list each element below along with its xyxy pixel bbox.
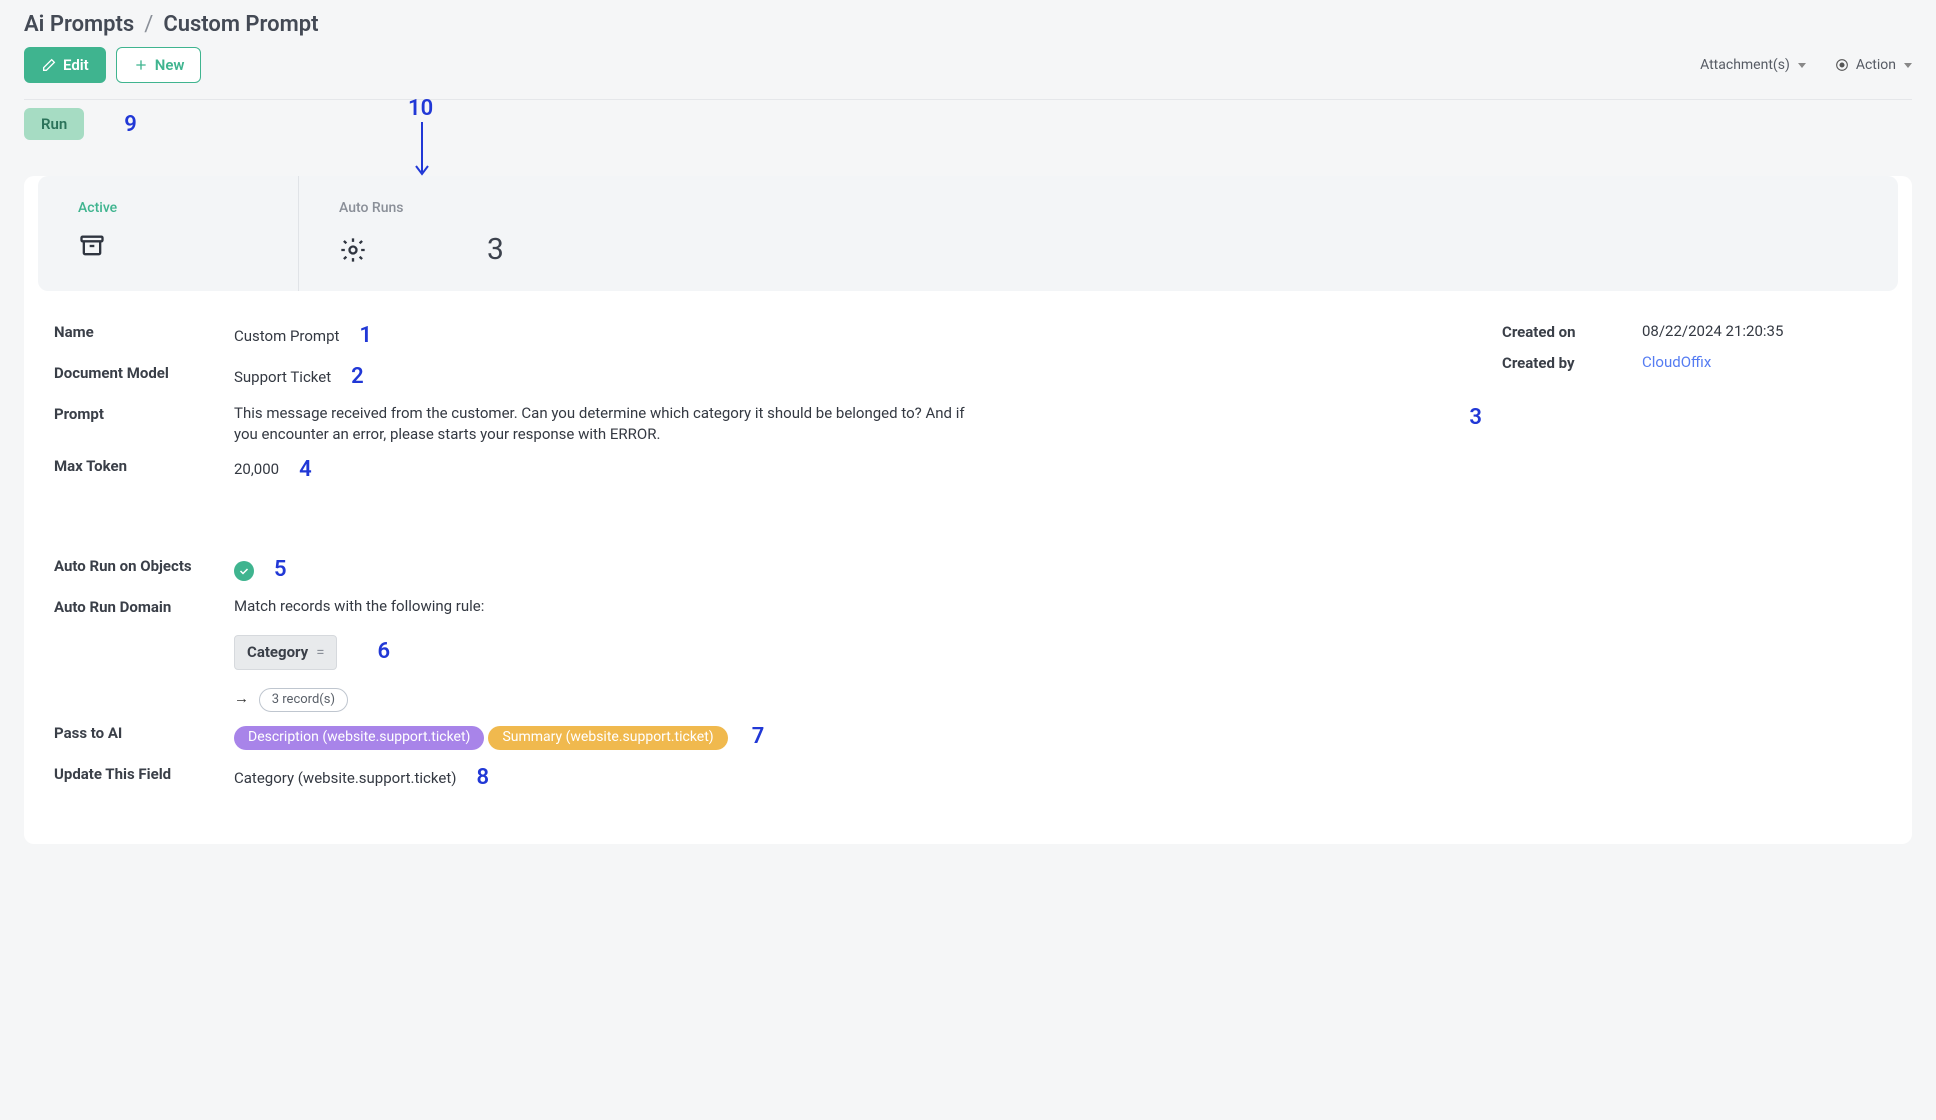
- chevron-down-icon: [1798, 63, 1806, 68]
- run-button[interactable]: Run: [24, 108, 84, 140]
- label-autorun-domain: Auto Run Domain: [54, 596, 234, 616]
- chevron-down-icon: [1904, 63, 1912, 68]
- check-icon: [234, 561, 254, 581]
- annotation-5: 5: [274, 555, 287, 586]
- arrow-right-icon: →: [234, 689, 249, 707]
- breadcrumb-root[interactable]: Ai Prompts: [24, 12, 134, 37]
- annotation-1: 1: [359, 321, 372, 352]
- label-created-on: Created on: [1502, 321, 1642, 341]
- new-button[interactable]: New: [116, 47, 202, 83]
- label-model: Document Model: [54, 362, 234, 382]
- annotation-3: 3: [1469, 403, 1482, 434]
- annotation-9: 9: [124, 112, 137, 137]
- plus-icon: [133, 57, 149, 73]
- records-count-chip[interactable]: 3 record(s): [259, 688, 348, 712]
- kpi-active[interactable]: Active: [38, 176, 298, 291]
- label-prompt: Prompt: [54, 403, 234, 423]
- pass-to-ai-tags: Description (website.support.ticket)Summ…: [234, 726, 732, 750]
- kpi-autoruns[interactable]: Auto Runs 3: [298, 176, 558, 291]
- kpi-active-title: Active: [78, 200, 258, 216]
- pencil-icon: [41, 57, 57, 73]
- gear-icon: [339, 236, 367, 264]
- annotation-6: 6: [377, 637, 390, 668]
- tag-pill[interactable]: Summary (website.support.ticket): [488, 726, 727, 750]
- value-model: Support Ticket: [234, 367, 331, 388]
- value-name: Custom Prompt: [234, 326, 339, 347]
- target-icon: [1834, 57, 1850, 73]
- breadcrumb-sep: /: [144, 12, 153, 37]
- domain-intro: Match records with the following rule:: [234, 596, 1452, 617]
- value-maxtoken: 20,000: [234, 459, 279, 480]
- kpi-row: Active Auto Runs 3: [38, 176, 1898, 291]
- kpi-autoruns-title: Auto Runs: [339, 200, 518, 216]
- domain-chip-field: Category: [247, 642, 308, 663]
- label-pass-to-ai: Pass to AI: [54, 722, 234, 742]
- breadcrumb-current: Custom Prompt: [163, 12, 318, 37]
- annotation-2: 2: [351, 362, 364, 393]
- breadcrumb: Ai Prompts / Custom Prompt: [24, 12, 1912, 37]
- label-created-by: Created by: [1502, 352, 1642, 372]
- annotation-8: 8: [476, 763, 489, 794]
- label-autorun-obj: Auto Run on Objects: [54, 555, 234, 575]
- value-created-by[interactable]: CloudOffix: [1642, 352, 1711, 373]
- domain-chip-op: =: [316, 642, 324, 663]
- kpi-autoruns-value: 3: [487, 232, 504, 267]
- annotation-arrow-10: [414, 122, 434, 182]
- annotation-4: 4: [299, 455, 312, 486]
- label-name: Name: [54, 321, 234, 341]
- value-prompt: This message received from the customer.…: [234, 403, 974, 445]
- edit-button[interactable]: Edit: [24, 47, 106, 83]
- annotation-10: 10: [408, 96, 433, 121]
- main-panel: Active Auto Runs 3 Name Custom Prompt: [24, 176, 1912, 844]
- run-label: Run: [41, 115, 67, 133]
- archive-icon: [78, 232, 106, 260]
- tag-pill[interactable]: Description (website.support.ticket): [234, 726, 484, 750]
- label-update-field: Update This Field: [54, 763, 234, 783]
- value-created-on: 08/22/2024 21:20:35: [1642, 321, 1783, 342]
- label-maxtoken: Max Token: [54, 455, 234, 475]
- new-label: New: [155, 56, 185, 74]
- annotation-7: 7: [752, 722, 765, 753]
- domain-chip[interactable]: Category =: [234, 635, 337, 670]
- edit-label: Edit: [63, 56, 89, 74]
- value-update-field: Category (website.support.ticket): [234, 768, 456, 789]
- action-dropdown[interactable]: Action: [1834, 57, 1912, 73]
- attachments-dropdown[interactable]: Attachment(s): [1700, 57, 1806, 73]
- action-label: Action: [1856, 57, 1896, 73]
- attachments-label: Attachment(s): [1700, 57, 1790, 73]
